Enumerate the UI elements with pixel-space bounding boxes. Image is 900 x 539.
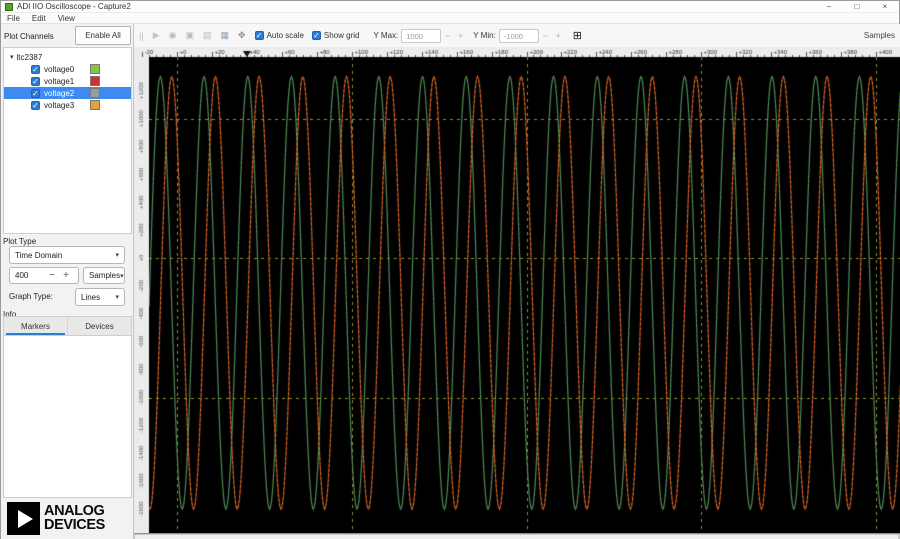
channel-name: voltage3 [44, 100, 75, 110]
pause-icon[interactable]: || [139, 31, 144, 41]
play-icon[interactable]: ▶ [153, 30, 160, 41]
samples-axis-label: Samples [863, 31, 895, 40]
sample-count-decrement[interactable]: − [45, 270, 59, 281]
horizontal-scrollbar[interactable] [134, 533, 900, 539]
channel-color-swatch[interactable] [90, 76, 100, 86]
sample-count-value: 400 [15, 271, 29, 280]
menu-file[interactable]: File [1, 14, 26, 23]
y-max-increment[interactable]: + [454, 31, 467, 41]
app-icon [5, 2, 13, 11]
checkbox-check-icon: ✓ [254, 31, 264, 40]
menu-view[interactable]: View [52, 14, 81, 23]
menubar: File Edit View [1, 13, 899, 24]
channel-color-swatch[interactable] [90, 100, 100, 110]
y-min-label: Y Min: [473, 31, 496, 40]
capture-icon[interactable]: ◉ [169, 30, 177, 41]
save-plot-icon[interactable]: ▤ [203, 30, 212, 41]
auto-scale-label: Auto scale [266, 31, 304, 40]
info-tabs: Markers Devices [3, 316, 132, 335]
plot-type-dropdown[interactable]: Time Domain ▾ [9, 246, 125, 264]
close-button[interactable]: × [871, 1, 899, 12]
graph-type-label: Graph Type: [9, 292, 53, 301]
sidebar: Plot Channels Enable All ▾ ltc2387 ✓ voltag… [1, 24, 134, 539]
graph-type-value: Lines [81, 292, 101, 302]
channel-row-voltage3[interactable]: ✓ voltage3 [4, 99, 131, 111]
channel-name: voltage2 [44, 88, 75, 98]
expander-icon[interactable]: ▾ [10, 53, 14, 61]
sample-unit-value: Samples [89, 271, 121, 280]
screenshot-icon[interactable]: ▣ [185, 30, 194, 41]
move-icon[interactable]: ✥ [238, 30, 246, 41]
plot-toolbar: || ▶ ◉ ▣ ▤ ▦ ✥ ✓ Auto scale ✓ Show grid Y Max:… [134, 24, 900, 47]
channel-color-swatch[interactable] [90, 64, 100, 74]
chevron-down-icon: ▾ [115, 252, 119, 259]
y-max-decrement[interactable]: − [441, 31, 454, 41]
plot-region: || ▶ ◉ ▣ ▤ ▦ ✥ ✓ Auto scale ✓ Show grid Y Max:… [134, 24, 900, 539]
graph-type-dropdown[interactable]: Lines ▾ [75, 288, 125, 306]
show-grid-label: Show grid [323, 31, 360, 40]
channel-row-voltage2[interactable]: ✓ voltage2 [4, 87, 131, 99]
show-grid-checkbox[interactable]: ✓ Show grid [311, 31, 360, 40]
channel-row-voltage1[interactable]: ✓ voltage1 [4, 75, 131, 87]
menu-edit[interactable]: Edit [26, 14, 52, 23]
info-panel [3, 335, 132, 498]
y-max-input[interactable]: 1000 [401, 28, 442, 43]
sample-count-stepper[interactable]: 400 − + [9, 267, 79, 284]
channel-tree: ▾ ltc2387 ✓ voltage0 ✓ voltage1 ✓ voltage2 ✓ volt… [3, 47, 132, 234]
channel-name: voltage0 [44, 64, 75, 74]
channel-row-voltage0[interactable]: ✓ voltage0 [4, 63, 131, 75]
chevron-down-icon: ▾ [120, 272, 124, 280]
device-name: ltc2387 [16, 52, 43, 62]
horizontal-scrollbar-thumb[interactable] [135, 535, 898, 539]
plot-type-label: Plot Type [3, 237, 37, 246]
channel-checkbox[interactable]: ✓ [31, 100, 40, 110]
y-min-increment[interactable]: + [552, 31, 565, 41]
maximize-button[interactable]: □ [843, 1, 871, 12]
checkbox-check-icon: ✓ [311, 31, 321, 40]
enable-all-button[interactable]: Enable All [75, 26, 131, 45]
adi-logo-icon [7, 502, 40, 535]
plot-type-value: Time Domain [15, 250, 63, 260]
auto-scale-checkbox[interactable]: ✓ Auto scale [254, 31, 304, 40]
title-bar: ADI IIO Oscilloscope - Capture2 – □ × [1, 1, 899, 13]
app-window: ADI IIO Oscilloscope - Capture2 – □ × Fi… [0, 0, 900, 539]
analog-devices-logo: ANALOG DEVICES [7, 502, 105, 535]
channel-color-swatch[interactable] [90, 88, 100, 98]
tab-devices[interactable]: Devices [67, 317, 131, 335]
channel-checkbox[interactable]: ✓ [31, 64, 40, 74]
capture-plot-canvas[interactable] [134, 47, 900, 533]
new-window-icon[interactable]: ⊞ [573, 29, 582, 42]
device-row[interactable]: ▾ ltc2387 [4, 51, 131, 63]
channel-name: voltage1 [44, 76, 75, 86]
y-min-input[interactable]: -1000 [498, 28, 539, 43]
chevron-down-icon: ▾ [115, 294, 119, 301]
channel-checkbox[interactable]: ✓ [31, 88, 40, 98]
logo-line2: DEVICES [44, 516, 105, 533]
channel-checkbox[interactable]: ✓ [31, 76, 40, 86]
tab-markers[interactable]: Markers [4, 317, 67, 335]
plot-channels-label: Plot Channels [4, 32, 54, 41]
sample-count-increment[interactable]: + [59, 270, 73, 281]
y-max-label: Y Max: [373, 31, 399, 40]
sample-unit-dropdown[interactable]: Samples ▾ [83, 267, 125, 284]
window-title: ADI IIO Oscilloscope - Capture2 [17, 2, 131, 11]
minimize-button[interactable]: – [815, 1, 843, 12]
device-icon[interactable]: ▦ [221, 30, 230, 41]
y-min-decrement[interactable]: − [539, 31, 552, 41]
